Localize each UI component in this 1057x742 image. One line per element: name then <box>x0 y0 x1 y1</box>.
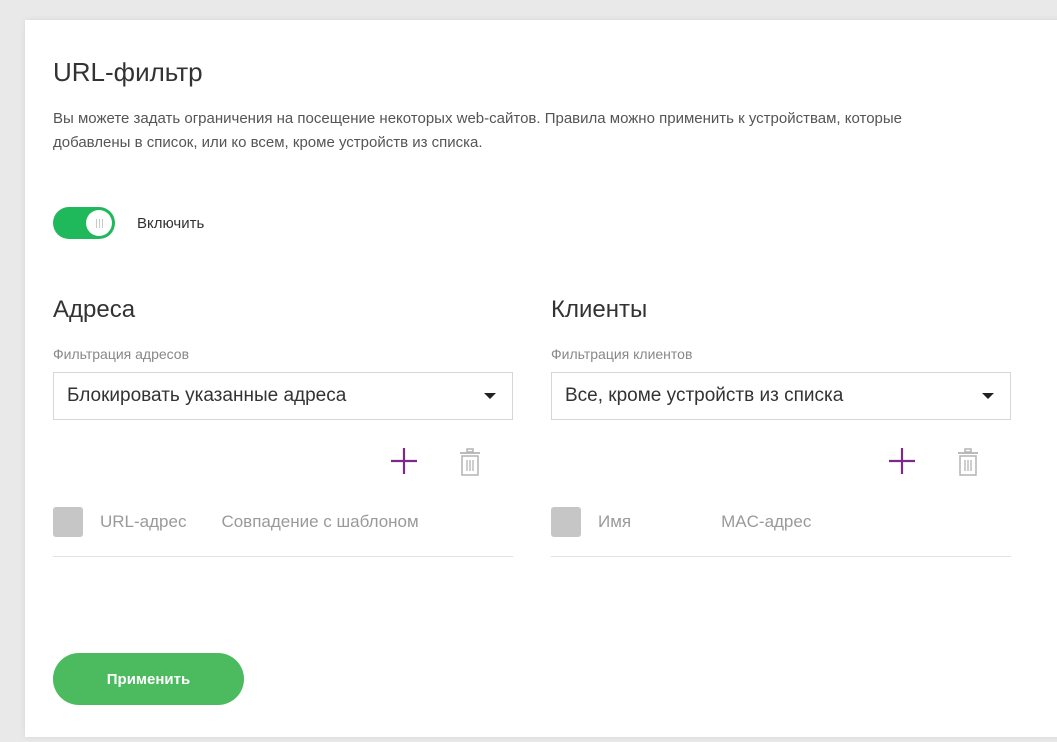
enable-label: Включить <box>137 214 205 232</box>
clients-toolbar <box>551 434 1011 488</box>
column-name: Имя <box>598 512 632 531</box>
toggle-knob <box>86 210 112 236</box>
clients-table-header: Имя MAC-адрес <box>551 498 1011 557</box>
column-mac-address: MAC-адрес <box>721 512 812 531</box>
clients-title: Клиенты <box>551 296 648 323</box>
addresses-table-header: URL-адрес Совпадение с шаблоном <box>53 498 513 557</box>
addresses-filter-label: Фильтрация адресов <box>53 346 190 362</box>
caret-down-icon <box>484 393 496 399</box>
addresses-filter-select[interactable]: Блокировать указанные адреса <box>53 372 513 420</box>
enable-toggle[interactable] <box>53 207 115 239</box>
addresses-select-all-checkbox[interactable] <box>53 507 83 537</box>
clients-select-all-checkbox[interactable] <box>551 507 581 537</box>
apply-button[interactable]: Применить <box>53 653 244 705</box>
clients-filter-select[interactable]: Все, кроме устройств из списка <box>551 372 1011 420</box>
column-url: URL-адрес <box>100 512 187 531</box>
clients-filter-label: Фильтрация клиентов <box>551 346 693 362</box>
delete-client-trash-icon[interactable] <box>957 448 979 476</box>
page-description: Вы можете задать ограничения на посещени… <box>53 110 903 151</box>
grip-icon <box>95 218 103 228</box>
delete-address-trash-icon[interactable] <box>459 448 481 476</box>
addresses-title: Адреса <box>53 296 136 323</box>
addresses-toolbar <box>53 434 513 488</box>
column-pattern-match: Совпадение с шаблоном <box>221 512 419 531</box>
url-filter-card: URL-фильтр Вы можете задать ограничения … <box>25 20 1057 737</box>
caret-down-icon <box>982 393 994 399</box>
addresses-section: Адреса Фильтрация адресов Блокировать ук… <box>53 295 513 557</box>
page-title: URL-фильтр <box>53 57 203 87</box>
clients-section: Клиенты Фильтрация клиентов Все, кроме у… <box>551 295 1011 557</box>
addresses-filter-value: Блокировать указанные адреса <box>67 385 347 406</box>
add-address-plus-icon[interactable] <box>389 446 419 476</box>
add-client-plus-icon[interactable] <box>887 446 917 476</box>
clients-filter-value: Все, кроме устройств из списка <box>565 385 844 406</box>
enable-row: Включить <box>53 207 204 239</box>
